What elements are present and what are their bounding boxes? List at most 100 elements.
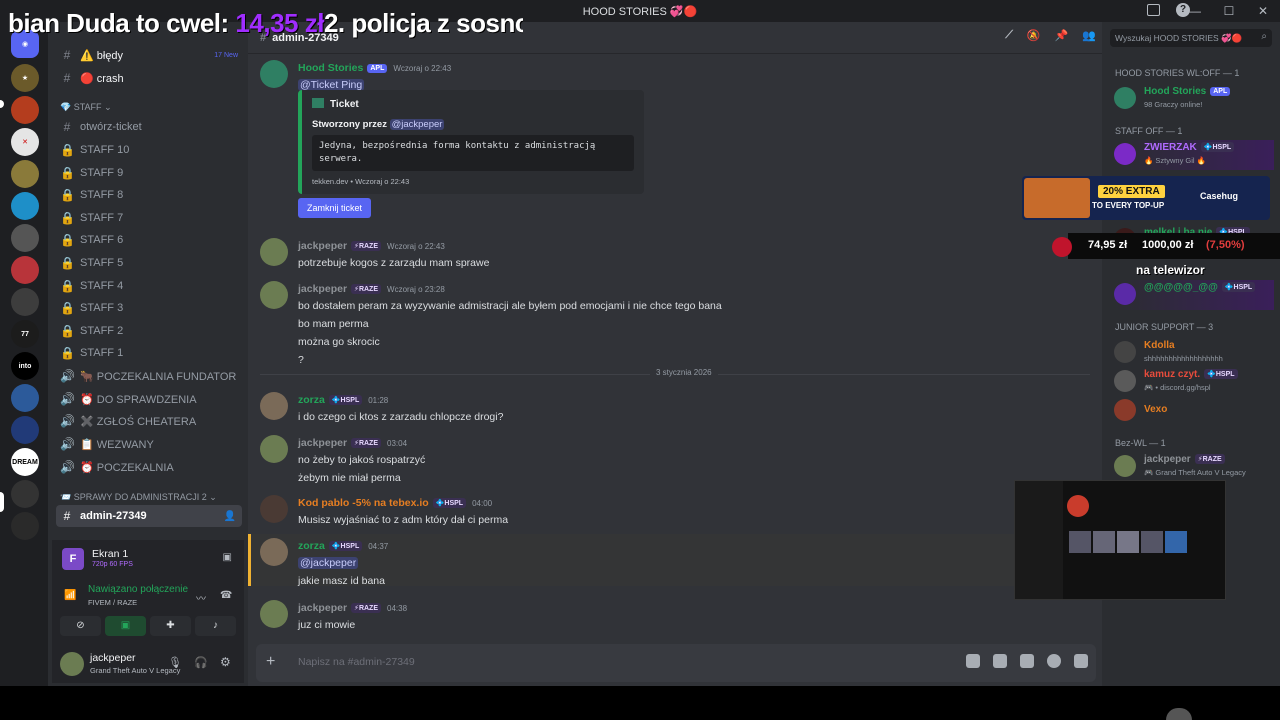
lock-icon: 🔒 <box>60 166 75 180</box>
channel-item[interactable]: 🔒 STAFF 4 <box>56 275 242 297</box>
plus-icon[interactable]: + <box>266 653 275 671</box>
popout-icon[interactable]: ▣ <box>223 552 232 563</box>
channel-item[interactable]: # otwórz-ticket <box>56 116 242 138</box>
server-icon[interactable]: into <box>11 352 39 380</box>
disconnect-icon[interactable]: ☎ <box>220 590 232 601</box>
avatar[interactable] <box>260 495 288 523</box>
gift-icon[interactable] <box>966 654 980 668</box>
message-author[interactable]: jackpeper <box>298 602 347 614</box>
channel-item[interactable]: 🔒 STAFF 8 <box>56 184 242 206</box>
message-composer[interactable]: + Napisz na #admin-27349 <box>256 644 1096 682</box>
avatar[interactable] <box>60 652 84 676</box>
avatar[interactable] <box>260 538 288 566</box>
maximize-button[interactable]: ☐ <box>1212 4 1246 18</box>
user-mention[interactable]: @jackpeper <box>389 119 445 130</box>
member-item[interactable]: ZWIERZAK 💠HSPL 🔥 Sztywny Gil 🔥 <box>1114 140 1274 170</box>
message-author[interactable]: jackpeper <box>298 437 347 449</box>
category-staff[interactable]: 💎 STAFF ⌄ <box>60 102 112 113</box>
server-icon[interactable] <box>11 384 39 412</box>
server-icon[interactable] <box>11 512 39 540</box>
header-tools: ⟋ 🔕 📌 👥 <box>1005 29 1096 42</box>
server-icon[interactable] <box>11 160 39 188</box>
close-ticket-button[interactable]: Zamknij ticket <box>298 198 371 218</box>
server-icon[interactable]: ✕ <box>11 128 39 156</box>
avatar[interactable] <box>260 600 288 628</box>
message-author[interactable]: Kod pablo -5% na tebex.io <box>298 497 429 509</box>
emoji-icon[interactable] <box>1047 654 1061 668</box>
channel-active[interactable]: # admin-27349 👤 <box>56 505 242 527</box>
member-item[interactable]: Vexo <box>1114 396 1274 426</box>
headphones-icon[interactable]: 🎧 <box>194 656 208 669</box>
message-body: jackpeper ⚡RAZE Wczoraj o 22:43 potrzebuje… <box>298 236 1078 272</box>
server-icon[interactable]: ★ <box>11 64 39 92</box>
member-item[interactable]: Kdolla shhhhhhhhhhhhhhhhhh <box>1114 338 1274 368</box>
message-author[interactable]: zorza <box>298 394 325 406</box>
notifications-icon[interactable]: 🔕 <box>1027 29 1041 42</box>
channel-item[interactable]: 🔒 STAFF 5 <box>56 252 242 274</box>
server-icon[interactable] <box>11 256 39 284</box>
channel-bledy[interactable]: # ⚠️ błędy 17 New <box>56 44 242 66</box>
threads-icon[interactable]: ⟋ <box>1005 29 1013 42</box>
server-icon[interactable] <box>11 480 39 508</box>
server-icon[interactable] <box>11 192 39 220</box>
avatar[interactable] <box>260 392 288 420</box>
microphone-icon[interactable]: 🎙 <box>168 656 182 669</box>
lock-icon: 🔒 <box>60 211 75 225</box>
voice-channel[interactable]: 🔊 🐂 POCZEKALNIA FUNDATOR <box>56 365 242 387</box>
channel-item[interactable]: 🔒 STAFF 2 <box>56 320 242 342</box>
member-item[interactable]: kamuz czyt. 💠HSPL 🎮 • discord.gg/hspl <box>1114 367 1274 397</box>
search-input[interactable]: Wyszukaj HOOD STORIES 💞🔴 ⌕ <box>1110 29 1272 47</box>
server-icon[interactable] <box>11 288 39 316</box>
server-icon[interactable]: DREAM <box>11 448 39 476</box>
message-body: zorza 💠HSPL 04:37 @jackpeper jakie masz id… <box>298 536 1078 590</box>
member-item[interactable]: @@@@@_@@ 💠HSPL <box>1114 280 1274 310</box>
composer-tools <box>966 654 1088 668</box>
pin-icon[interactable]: 📌 <box>1055 29 1069 42</box>
add-member-icon[interactable]: 👤 <box>224 511 236 522</box>
minimize-button[interactable]: — <box>1178 4 1212 18</box>
member-item[interactable]: Hood Stories APL 98 Graczy online! <box>1114 84 1274 114</box>
avatar[interactable] <box>260 238 288 266</box>
apps-icon[interactable] <box>1074 654 1088 668</box>
stream-preview[interactable] <box>1014 480 1226 600</box>
activities-button[interactable]: ✚ <box>150 616 191 636</box>
soundboard-button[interactable]: ♪ <box>195 616 236 636</box>
channel-item[interactable]: 🔒 STAFF 9 <box>56 162 242 184</box>
message-author[interactable]: zorza <box>298 540 325 552</box>
avatar[interactable] <box>260 435 288 463</box>
message-text: Musisz wyjaśniać to z adm który dał ci p… <box>298 514 509 526</box>
voice-channel[interactable]: 🔊 📋 WEZWANY <box>56 433 242 455</box>
channel-item[interactable]: 🔒 STAFF 6 <box>56 229 242 251</box>
created-label: Stworzony przez <box>312 119 387 130</box>
voice-channel[interactable]: 🔊 ⏰ POCZEKALNIA <box>56 456 242 478</box>
channel-item[interactable]: 🔒 STAFF 10 <box>56 139 242 161</box>
user-mention[interactable]: @jackpeper <box>298 557 359 569</box>
signal-icon[interactable]: 📶 <box>64 590 76 601</box>
close-button[interactable]: ✕ <box>1246 4 1280 18</box>
message-author[interactable]: jackpeper <box>298 283 347 295</box>
inbox-icon[interactable] <box>1147 4 1160 16</box>
voice-channel[interactable]: 🔊 ✖️ ZGŁOŚ CHEATERA <box>56 410 242 432</box>
channel-item[interactable]: 🔒 STAFF 7 <box>56 207 242 229</box>
server-icon[interactable]: 77 <box>11 320 39 348</box>
message-author[interactable]: Hood Stories <box>298 62 363 74</box>
members-icon[interactable]: 👥 <box>1082 29 1096 42</box>
voice-channel[interactable]: 🔊 ⏰ DO SPRAWDZENIA <box>56 388 242 410</box>
channel-crash[interactable]: # 🔴 crash <box>56 67 242 89</box>
gear-icon[interactable]: ⚙ <box>220 655 231 669</box>
channel-item[interactable]: 🔒 STAFF 3 <box>56 297 242 319</box>
server-icon[interactable] <box>11 96 39 124</box>
sticker-icon[interactable] <box>1020 654 1034 668</box>
noise-icon[interactable]: 〰 <box>196 590 206 605</box>
category-admin[interactable]: 📨 SPRAWY DO ADMINISTRACJI 2 ⌄ <box>60 492 217 503</box>
avatar[interactable] <box>260 60 288 88</box>
screen-share-button[interactable]: ▣ <box>105 616 146 636</box>
avatar[interactable] <box>260 281 288 309</box>
message-author[interactable]: jackpeper <box>298 240 347 252</box>
member-item[interactable]: jackpeper ⚡RAZE 🎮 Grand Theft Auto V Lega… <box>1114 452 1274 482</box>
gif-icon[interactable] <box>993 654 1007 668</box>
server-icon[interactable] <box>11 416 39 444</box>
channel-item[interactable]: 🔒 STAFF 1 <box>56 342 242 364</box>
server-icon[interactable] <box>11 224 39 252</box>
camera-off-button[interactable]: ⊘ <box>60 616 101 636</box>
